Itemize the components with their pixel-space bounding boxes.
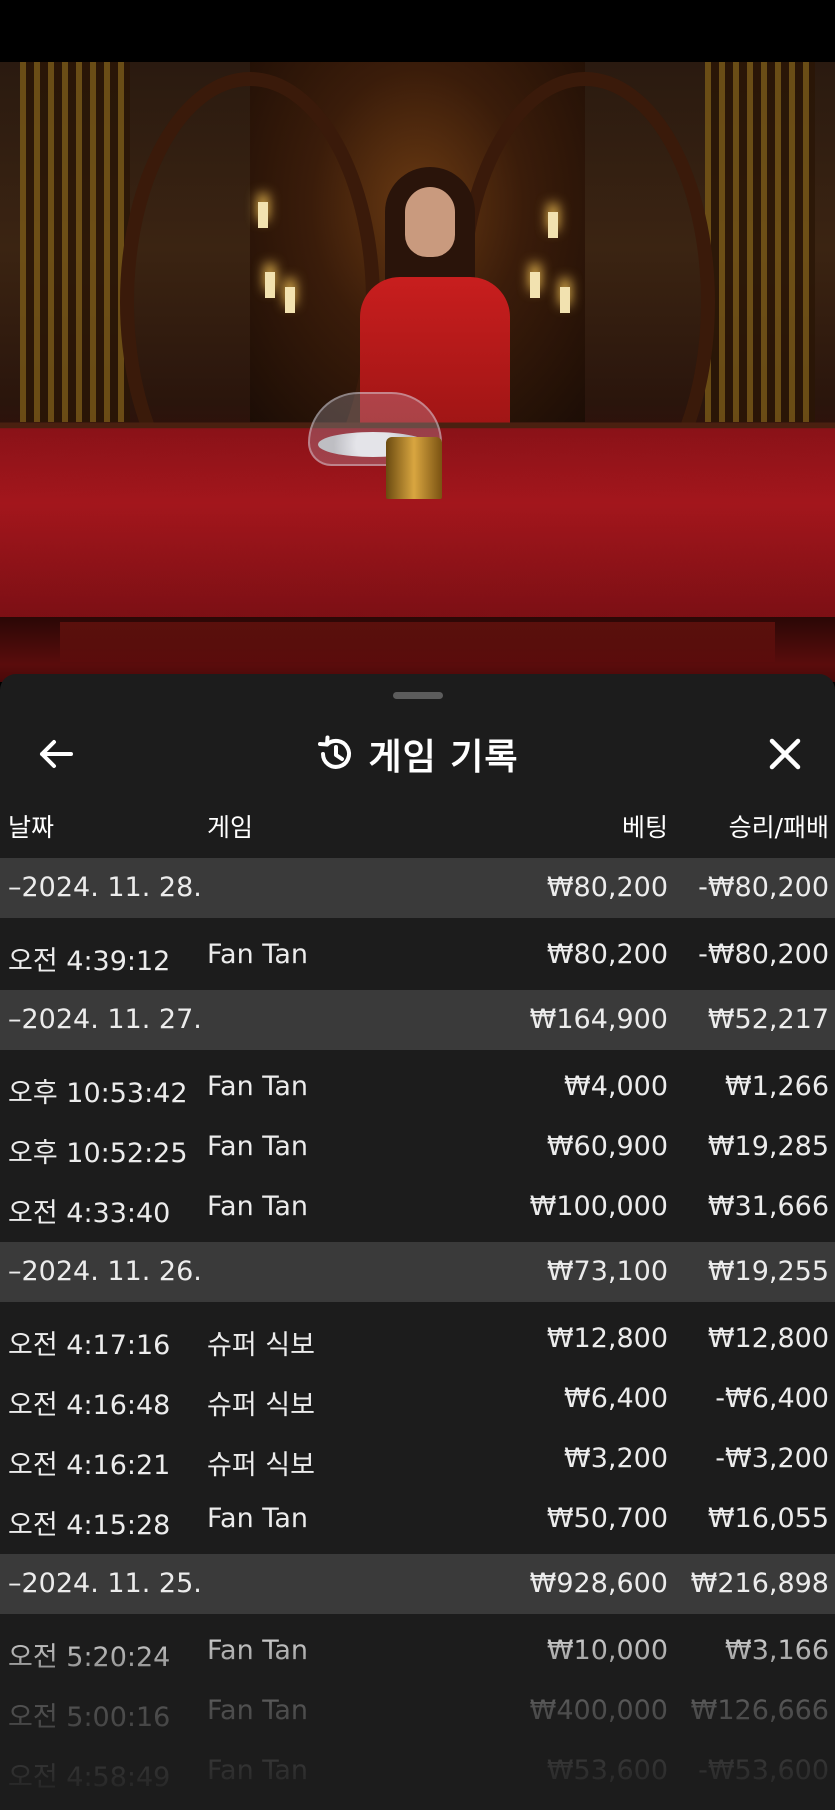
row-win-loss: ₩3,166 — [725, 1635, 829, 1666]
candle — [285, 287, 295, 313]
candle — [530, 272, 540, 298]
row-time: 오전 4:33:40 — [8, 1198, 171, 1229]
table-glow — [60, 622, 775, 662]
history-row[interactable]: 오전 4:16:21 슈퍼 식보 ₩3,200 -₩3,200 — [0, 1428, 835, 1488]
row-game: 슈퍼 식보 — [207, 1450, 315, 1481]
arrow-left-icon — [40, 740, 73, 768]
candle — [265, 272, 275, 298]
group-date: –2024. 11. 27. — [8, 1004, 202, 1035]
group-date: –2024. 11. 26. — [8, 1256, 202, 1287]
lattice-panel-left — [20, 62, 130, 422]
row-time: 오전 4:16:21 — [8, 1450, 171, 1481]
history-row[interactable]: 오전 5:20:24 Fan Tan ₩10,000 ₩3,166 — [0, 1620, 835, 1680]
history-icon — [318, 735, 352, 769]
row-win-loss: ₩19,285 — [707, 1131, 829, 1162]
date-group-header[interactable]: –2024. 11. 27. ₩164,900 ₩52,217 — [0, 990, 835, 1050]
row-bet: ₩6,400 — [564, 1383, 668, 1414]
group-date: –2024. 11. 28. — [8, 872, 202, 903]
row-bet: ₩50,700 — [546, 1503, 668, 1534]
live-dealer-video — [0, 62, 835, 682]
row-bet: ₩400,000 — [529, 1695, 668, 1726]
row-time: 오전 4:39:12 — [8, 946, 171, 977]
column-win-loss: 승리/패배 — [728, 813, 829, 842]
status-bar — [0, 0, 835, 62]
brass-cup — [386, 437, 442, 499]
row-time: 오전 4:15:28 — [8, 1510, 171, 1541]
row-time: 오후 10:53:42 — [8, 1078, 188, 1109]
close-icon — [769, 738, 801, 770]
history-row[interactable]: 오전 4:15:28 Fan Tan ₩50,700 ₩16,055 — [0, 1488, 835, 1548]
row-bet: ₩3,200 — [564, 1443, 668, 1474]
history-row[interactable]: 오전 4:16:48 슈퍼 식보 ₩6,400 -₩6,400 — [0, 1368, 835, 1428]
history-row[interactable]: 오후 10:52:25 Fan Tan ₩60,900 ₩19,285 — [0, 1116, 835, 1176]
row-bet: ₩80,200 — [546, 939, 668, 970]
row-win-loss: -₩3,200 — [715, 1443, 829, 1474]
row-game: Fan Tan — [207, 1503, 308, 1534]
group-bet-total: ₩928,600 — [529, 1568, 668, 1599]
row-bet: ₩60,900 — [546, 1131, 668, 1162]
group-bet-total: ₩80,200 — [546, 872, 668, 903]
history-row[interactable]: 오전 4:39:12 Fan Tan ₩80,200 -₩80,200 — [0, 924, 835, 984]
lattice-panel-right — [705, 62, 815, 422]
game-history-sheet: 게임 기록 날짜 게임 베팅 승리/패배 –2024. 11. 28. ₩80,… — [0, 674, 835, 1810]
date-group-header[interactable]: –2024. 11. 25. ₩928,600 ₩216,898 — [0, 1554, 835, 1614]
row-win-loss: ₩126,666 — [690, 1695, 829, 1726]
group-win-total: -₩80,200 — [698, 872, 829, 903]
row-bet: ₩12,800 — [546, 1323, 668, 1354]
group-win-total: ₩52,217 — [707, 1004, 829, 1035]
row-win-loss: -₩53,600 — [698, 1755, 829, 1786]
group-date: –2024. 11. 25. — [8, 1568, 202, 1599]
history-row[interactable]: 오전 4:33:40 Fan Tan ₩100,000 ₩31,666 — [0, 1176, 835, 1236]
candle — [560, 287, 570, 313]
history-row[interactable]: 오후 10:53:42 Fan Tan ₩4,000 ₩1,266 — [0, 1056, 835, 1116]
row-bet: ₩4,000 — [564, 1071, 668, 1102]
row-bet: ₩100,000 — [529, 1191, 668, 1222]
row-game: Fan Tan — [207, 1131, 308, 1162]
history-list[interactable]: –2024. 11. 28. ₩80,200 -₩80,200 오전 4:39:… — [0, 858, 835, 1800]
row-win-loss: -₩6,400 — [715, 1383, 829, 1414]
row-game: Fan Tan — [207, 1191, 308, 1222]
group-bet-total: ₩73,100 — [546, 1256, 668, 1287]
close-button[interactable] — [759, 728, 811, 780]
row-time: 오전 4:17:16 — [8, 1330, 171, 1361]
date-group-header[interactable]: –2024. 11. 28. ₩80,200 -₩80,200 — [0, 858, 835, 918]
back-button[interactable] — [30, 728, 82, 780]
row-time: 오후 10:52:25 — [8, 1138, 188, 1169]
column-game: 게임 — [207, 813, 254, 842]
group-win-total: ₩19,255 — [707, 1256, 829, 1287]
row-bet: ₩53,600 — [546, 1755, 668, 1786]
group-bet-total: ₩164,900 — [529, 1004, 668, 1035]
drag-handle[interactable] — [393, 692, 443, 699]
row-game: Fan Tan — [207, 1071, 308, 1102]
history-row[interactable]: 오전 5:00:16 Fan Tan ₩400,000 ₩126,666 — [0, 1680, 835, 1740]
row-game: 슈퍼 식보 — [207, 1330, 315, 1361]
row-time: 오전 4:58:49 — [8, 1762, 171, 1793]
history-row[interactable]: 오전 4:58:49 Fan Tan ₩53,600 -₩53,600 — [0, 1740, 835, 1800]
row-game: Fan Tan — [207, 939, 308, 970]
row-win-loss: -₩80,200 — [698, 939, 829, 970]
column-bet: 베팅 — [621, 813, 668, 842]
history-row[interactable]: 오전 4:17:16 슈퍼 식보 ₩12,800 ₩12,800 — [0, 1308, 835, 1368]
row-time: 오전 4:16:48 — [8, 1390, 171, 1421]
date-group-header[interactable]: –2024. 11. 26. ₩73,100 ₩19,255 — [0, 1242, 835, 1302]
group-win-total: ₩216,898 — [690, 1568, 829, 1599]
row-game: 슈퍼 식보 — [207, 1390, 315, 1421]
row-game: Fan Tan — [207, 1635, 308, 1666]
column-headers: 날짜 게임 베팅 승리/패배 — [0, 794, 835, 854]
candle — [548, 212, 558, 238]
row-win-loss: ₩16,055 — [707, 1503, 829, 1534]
sheet-header: 게임 기록 — [0, 714, 835, 794]
row-game: Fan Tan — [207, 1695, 308, 1726]
column-date: 날짜 — [8, 813, 55, 842]
row-game: Fan Tan — [207, 1755, 308, 1786]
candle — [258, 202, 268, 228]
row-time: 오전 5:00:16 — [8, 1702, 171, 1733]
row-win-loss: ₩31,666 — [707, 1191, 829, 1222]
row-time: 오전 5:20:24 — [8, 1642, 171, 1673]
sheet-title: 게임 기록 — [368, 737, 519, 778]
row-win-loss: ₩1,266 — [725, 1071, 829, 1102]
row-bet: ₩10,000 — [546, 1635, 668, 1666]
row-win-loss: ₩12,800 — [707, 1323, 829, 1354]
